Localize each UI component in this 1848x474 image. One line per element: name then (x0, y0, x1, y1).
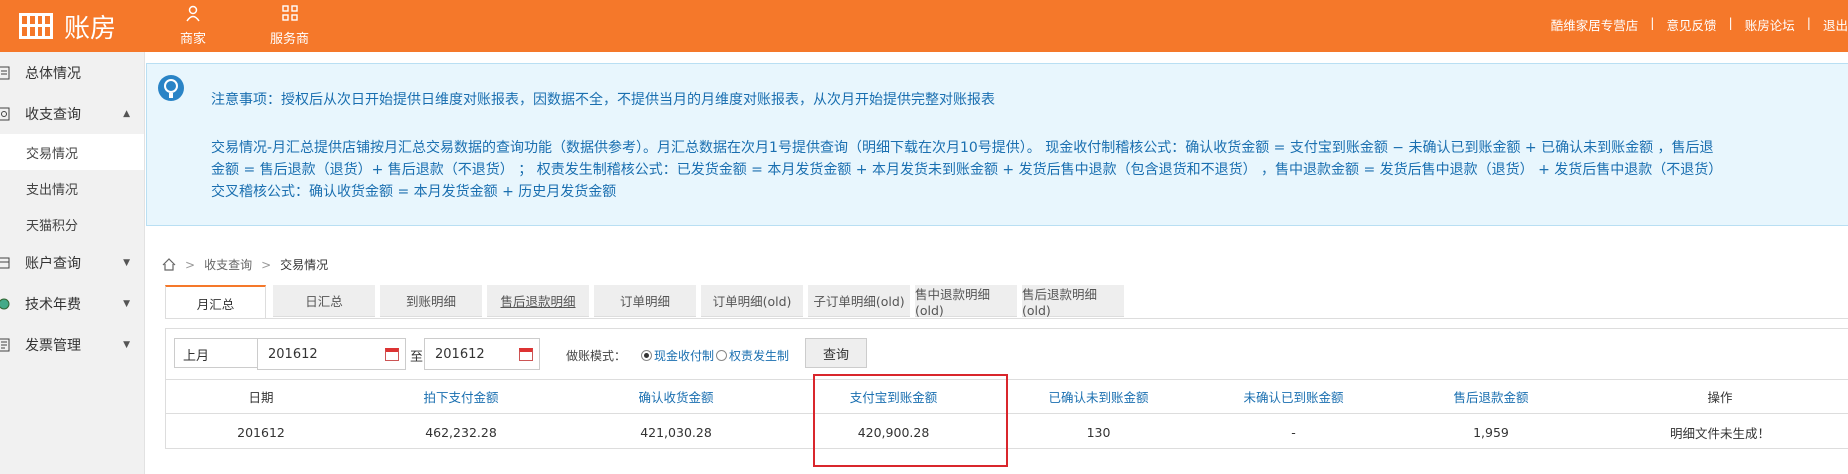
chevron-down-icon: ▼ (123, 298, 130, 309)
top-links: 酷维家居专营店 | 意见反馈 | 账房论坛 | 退出 (1551, 15, 1848, 34)
breadcrumb-income-query[interactable]: 收支查询 (204, 256, 252, 273)
tab-bar: 月汇总 日汇总 到账明细 售后退款明细 订单明细 订单明细(old) 子订单明细… (165, 285, 1129, 319)
top-bar: 账房 商家 服务商 酷维家居专营店 | 意见反馈 | 账房论坛 | 退出 (0, 0, 1848, 52)
date-to-value: 201612 (435, 347, 485, 362)
search-doc-icon (0, 107, 10, 120)
feedback-link[interactable]: 意见反馈 (1667, 15, 1717, 34)
chevron-down-icon: ▼ (123, 339, 130, 350)
calendar-icon[interactable] (385, 348, 399, 361)
notice-box: 注意事项：授权后从次日开始提供日维度对账报表，因数据不全，不提供当月的月维度对账… (146, 63, 1848, 226)
radio-dot-icon (641, 350, 652, 361)
sidebar-item-overview[interactable]: 总体情况 (0, 52, 144, 93)
to-label: 至 (410, 350, 424, 365)
sidebar-item-account-query[interactable]: 账户查询 ▼ (0, 242, 144, 283)
sidebar-subitem-tmall-points[interactable]: 天猫积分 (0, 206, 144, 242)
sidebar-item-income-query[interactable]: 收支查询 ▲ (0, 93, 144, 134)
header-confirmed-not-received[interactable]: 已确认未到账金额 (1001, 380, 1196, 413)
query-button[interactable]: 查询 (805, 338, 867, 368)
tab-suborder-detail-old[interactable]: 子订单明细(old) (808, 285, 910, 317)
sidebar-item-label: 收支查询 (25, 106, 81, 123)
breadcrumb: > 收支查询 > 交易情况 (162, 256, 328, 273)
calendar-icon[interactable] (519, 348, 533, 361)
cell-actions: 明细文件未生成！ (1669, 425, 1770, 441)
nav-service-provider-label: 服务商 (270, 32, 310, 47)
sidebar-item-label: 总体情况 (25, 65, 81, 82)
tab-aftersale-refund-detail-old[interactable]: 售后退款明细(old) (1022, 285, 1124, 318)
sidebar-item-invoice[interactable]: 发票管理 ▼ (0, 324, 144, 365)
header-paid-amount[interactable]: 拍下支付金额 (356, 380, 566, 413)
forum-link[interactable]: 账房论坛 (1745, 15, 1795, 34)
tab-settlement-detail[interactable]: 到账明细 (380, 285, 482, 317)
accounting-mode-label: 做账模式： (566, 349, 627, 363)
home-icon[interactable] (162, 258, 176, 271)
account-icon (0, 257, 10, 268)
header-confirmed-amount[interactable]: 确认收货金额 (566, 380, 786, 413)
date-from-value: 201612 (268, 347, 318, 362)
separator: | (1806, 15, 1811, 30)
breadcrumb-transactions: 交易情况 (280, 258, 329, 272)
tab-daily[interactable]: 日汇总 (273, 285, 375, 317)
radio-accrual-basis-label: 权责发生制 (729, 349, 790, 363)
user-icon (186, 5, 200, 22)
report-icon (0, 66, 10, 79)
nav-merchant[interactable]: 商家 (180, 4, 206, 47)
info-icon (158, 75, 184, 101)
cell-unconfirmed-received: - (1291, 424, 1296, 440)
grid-icon (281, 5, 298, 21)
sidebar-item-label: 发票管理 (25, 337, 81, 354)
breadcrumb-separator: > (261, 257, 272, 272)
sidebar: 总体情况 收支查询 ▲ 交易情况 支出情况 天猫积分 账户查询 ▼ 技术年费 ▼… (0, 52, 145, 474)
cell-paid-amount: 462,232.28 (425, 424, 497, 440)
logo-text: 账房 (64, 13, 117, 44)
store-link[interactable]: 酷维家居专营店 (1551, 15, 1639, 34)
tab-order-detail-old[interactable]: 订单明细(old) (701, 285, 803, 317)
header-aftersale-refund[interactable]: 售后退款金额 (1391, 380, 1591, 413)
sidebar-item-label: 技术年费 (25, 296, 81, 313)
radio-dot-icon (716, 350, 727, 361)
header-date: 日期 (248, 390, 274, 405)
logo[interactable]: 账房 (18, 8, 116, 44)
separator: | (1728, 15, 1733, 30)
chevron-up-icon: ▲ (123, 108, 130, 119)
separator: | (1650, 15, 1655, 30)
logout-link[interactable]: 退出 (1823, 15, 1848, 34)
notice-line: 交叉稽核公式：确认收货金额 = 本月发货金额 + 历史月发货金额 (211, 184, 617, 200)
header-actions: 操作 (1707, 390, 1733, 405)
tab-monthly[interactable]: 月汇总 (165, 285, 266, 319)
radio-cash-basis[interactable]: 现金收付制 (641, 347, 714, 364)
tab-insale-refund-detail-old[interactable]: 售中退款明细(old) (915, 285, 1017, 318)
sidebar-subitem-transactions[interactable]: 交易情况 (0, 134, 144, 170)
nav-merchant-label: 商家 (180, 32, 207, 47)
tab-aftersale-refund-detail[interactable]: 售后退款明细 (487, 285, 589, 317)
header-unconfirmed-received[interactable]: 未确认已到账金额 (1196, 380, 1391, 413)
cell-date: 201612 (237, 424, 285, 440)
date-to-input[interactable]: 201612 (424, 338, 540, 370)
invoice-icon (0, 338, 10, 351)
radio-cash-basis-label: 现金收付制 (654, 349, 715, 363)
notice-line: 交易情况-月汇总提供店铺按月汇总交易数据的查询功能（数据供参考）。月汇总数据在次… (211, 140, 1714, 156)
tab-divider (165, 318, 1848, 319)
period-select-value: 上月 (183, 349, 210, 364)
tab-order-detail[interactable]: 订单明细 (594, 285, 696, 317)
breadcrumb-separator: > (185, 257, 196, 272)
abacus-icon (19, 13, 53, 39)
sidebar-item-tech-fee[interactable]: 技术年费 ▼ (0, 283, 144, 324)
cell-confirmed-amount: 421,030.28 (640, 424, 712, 440)
radio-accrual-basis[interactable]: 权责发生制 (716, 347, 789, 364)
sidebar-item-label: 账户查询 (25, 255, 81, 272)
date-from-input[interactable]: 201612 (257, 338, 406, 370)
sidebar-subitem-expenses[interactable]: 支出情况 (0, 170, 144, 206)
cell-confirmed-not-received: 130 (1086, 424, 1111, 440)
highlight-box (813, 374, 1008, 467)
nav-service-provider[interactable]: 服务商 (270, 4, 309, 47)
cell-aftersale-refund: 1,959 (1473, 424, 1509, 440)
fee-icon (0, 298, 10, 309)
chevron-down-icon: ▼ (123, 257, 130, 268)
notice-line: 金额 = 售后退款（退货）+ 售后退款（不退货） ； 权责发生制稽核公式：已发货… (211, 162, 1723, 178)
notice-line: 注意事项：授权后从次日开始提供日维度对账报表，因数据不全，不提供当月的月维度对账… (211, 92, 995, 108)
